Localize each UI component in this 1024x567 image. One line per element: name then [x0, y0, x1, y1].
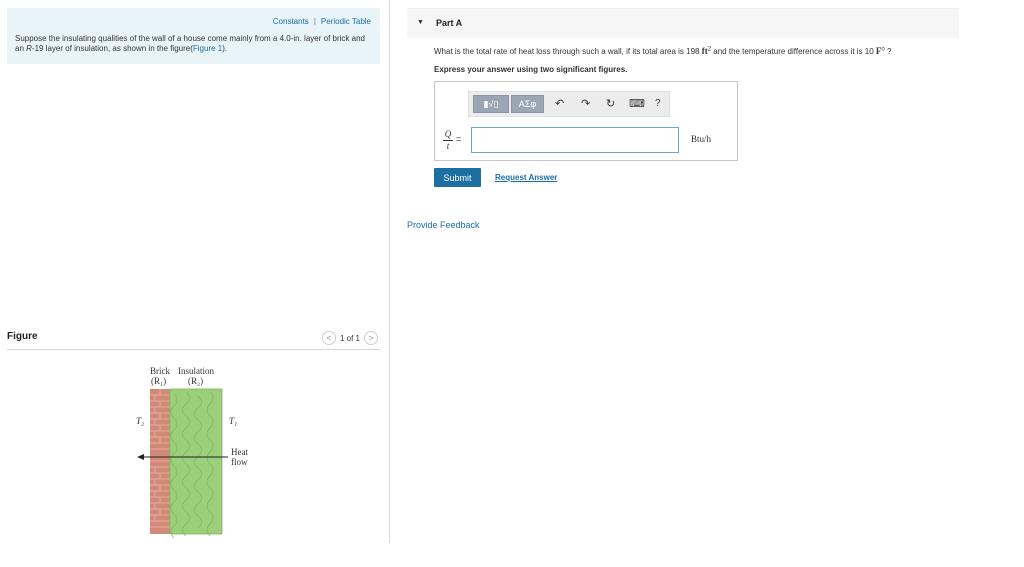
resource-links: Constants | Periodic Table — [273, 17, 371, 26]
constants-link[interactable]: Constants — [273, 17, 309, 26]
wall-diagram — [137, 388, 228, 539]
redo-icon[interactable]: ↷ — [581, 96, 590, 112]
reset-icon[interactable]: ↻ — [606, 96, 615, 112]
collapse-caret-icon[interactable]: ▼ — [417, 19, 424, 26]
intro-box: Constants | Periodic Table Suppose the ins… — [7, 8, 380, 64]
periodic-table-link[interactable]: Periodic Table — [321, 17, 371, 26]
fraction-numerator: Q — [444, 129, 452, 139]
q-over-t-fraction: Q t — [443, 130, 453, 151]
provide-feedback-link[interactable]: Provide Feedback — [407, 220, 480, 230]
answer-box: ▮√▯ ΑΣφ ↶ ↷ ↻ ⌨ ? Q t = Btu/h — [434, 81, 738, 161]
help-icon[interactable]: ? — [655, 96, 661, 112]
question-end: ? — [884, 47, 892, 56]
math-toolbar: ▮√▯ ΑΣφ ↶ ↷ ↻ ⌨ ? — [468, 91, 670, 117]
figure-header: Figure < 1 of 1 > — [7, 330, 380, 350]
keyboard-icon[interactable]: ⌨ — [629, 96, 645, 112]
answer-unit: Btu/h — [691, 134, 712, 144]
figure-title: Figure — [7, 331, 38, 342]
equals-sign: = — [456, 134, 462, 144]
left-panel: Constants | Periodic Table Suppose the ins… — [0, 0, 390, 567]
next-figure-button[interactable]: > — [364, 331, 378, 345]
question-part: and the temperature difference across it… — [711, 47, 876, 56]
fraction-denominator: t — [446, 141, 450, 151]
question-part: What is the total rate of heat loss thro… — [434, 47, 702, 56]
link-separator: | — [313, 17, 316, 26]
part-a-header[interactable]: ▼ Part A — [407, 8, 959, 38]
question-text: What is the total rate of heat loss thro… — [434, 46, 891, 56]
template-button[interactable]: ▮√▯ — [473, 95, 509, 113]
answer-input[interactable] — [471, 127, 679, 153]
instruction-text: Express your answer using two significan… — [434, 65, 628, 74]
intro-text-end: ). — [222, 44, 228, 53]
undo-icon[interactable]: ↶ — [555, 96, 564, 112]
wall-figure: Brick (R₁) Insulation (R₂) T₂ T₁ Heat fl… — [130, 362, 260, 540]
right-panel: ▼ Part A What is the total rate of heat … — [390, 0, 1024, 567]
greek-symbols-button[interactable]: ΑΣφ — [511, 95, 544, 113]
figure-link[interactable]: Figure 1 — [193, 44, 222, 53]
heat-flow-arrowhead — [137, 454, 144, 460]
intro-text-part: -19 layer of insulation, as shown in the… — [31, 44, 193, 53]
problem-statement: Suppose the insulating qualities of the … — [15, 34, 375, 54]
figure-pager: < 1 of 1 > — [321, 331, 378, 345]
prev-figure-button[interactable]: < — [321, 331, 336, 345]
part-title: Part A — [436, 18, 463, 28]
submit-button[interactable]: Submit — [434, 168, 481, 187]
insulation-layer — [169, 388, 223, 535]
request-answer-link[interactable]: Request Answer — [495, 173, 557, 182]
pager-text: 1 of 1 — [339, 333, 360, 343]
